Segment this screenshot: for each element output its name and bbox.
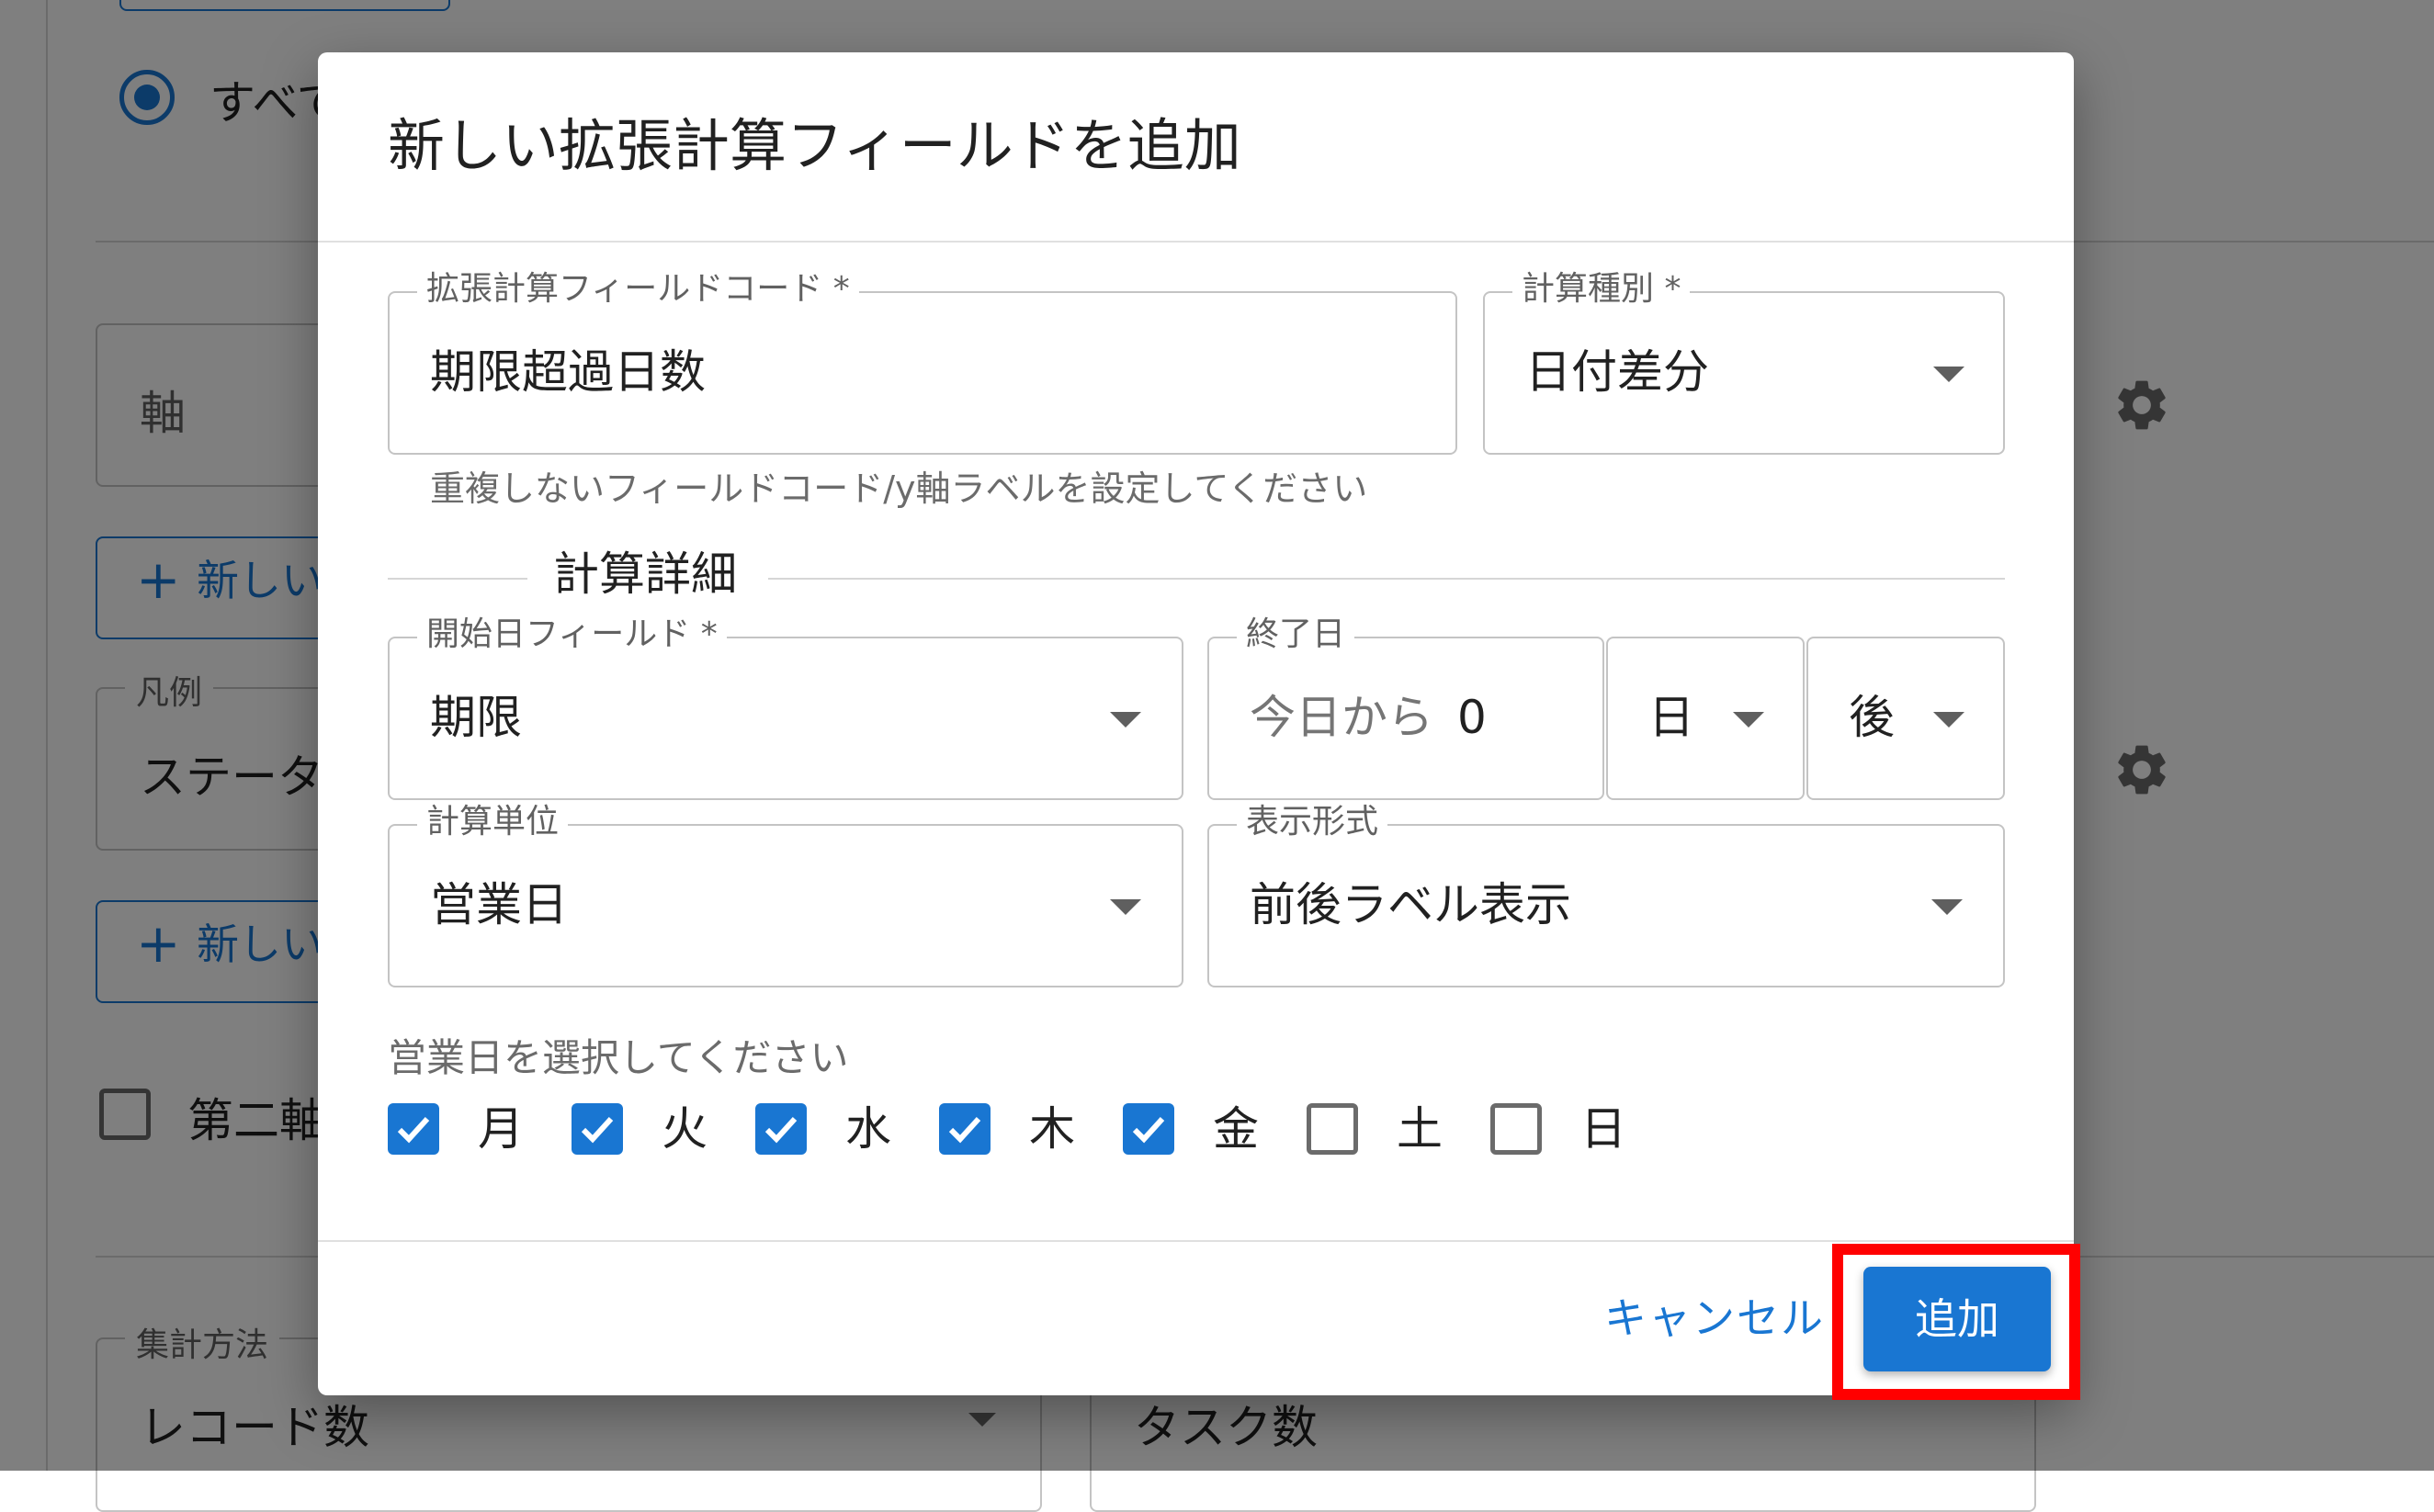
calc-unit-select[interactable]: 営業日: [388, 824, 1183, 987]
weekday-label-wed: 水: [845, 1102, 891, 1156]
check-icon: [581, 1116, 614, 1144]
cancel-button[interactable]: キャンセル: [1604, 1291, 1825, 1346]
end-date-unit-value: 日: [1648, 691, 1694, 744]
field-code-helper-text: 重複しないフィールドコード/y軸ラベルを設定してください: [430, 468, 1368, 509]
end-date-label: 終了日: [1237, 616, 1355, 653]
weekday-checkbox-sat[interactable]: [1307, 1103, 1358, 1155]
dialog-footer-divider: [318, 1240, 2074, 1242]
end-date-prefix: 今日から: [1250, 691, 1433, 744]
calc-unit-value: 営業日: [430, 878, 568, 931]
start-date-field-select[interactable]: 期限: [388, 637, 1183, 800]
highlight-box: [1832, 1244, 2080, 1400]
weekday-label-thu: 木: [1029, 1102, 1075, 1156]
calc-type-select[interactable]: 日付差分: [1483, 291, 2005, 455]
chevron-down-icon: [1933, 367, 1964, 382]
weekday-checkbox-wed[interactable]: [755, 1103, 807, 1155]
weekday-checkbox-tue[interactable]: [572, 1103, 623, 1155]
weekday-checkbox-mon[interactable]: [388, 1103, 439, 1155]
weekday-label-tue: 火: [662, 1102, 708, 1156]
end-date-offset-input[interactable]: 今日から 0: [1207, 637, 1604, 800]
section-divider-right: [768, 578, 2005, 580]
dialog-header-divider: [318, 241, 2074, 243]
weekday-label-sun: 日: [1580, 1102, 1626, 1156]
start-date-field-value: 期限: [430, 691, 522, 744]
end-date-direction-select[interactable]: 後: [1806, 637, 2005, 800]
field-code-input[interactable]: 期限超過日数: [388, 291, 1457, 455]
weekday-label-sat: 土: [1397, 1102, 1443, 1156]
business-days-prompt: 営業日を選択してください: [388, 1035, 849, 1080]
check-icon: [948, 1116, 981, 1144]
weekday-checkbox-thu[interactable]: [939, 1103, 991, 1155]
weekday-checkbox-fri[interactable]: [1123, 1103, 1174, 1155]
field-code-label: 拡張計算フィールドコード *: [417, 271, 859, 308]
display-format-label: 表示形式: [1237, 804, 1388, 841]
dialog-title: 新しい拡張計算フィールドを追加: [388, 112, 1241, 179]
display-format-select[interactable]: 前後ラベル表示: [1207, 824, 2005, 987]
chevron-down-icon: [1933, 712, 1964, 728]
chevron-down-icon: [1733, 712, 1764, 728]
weekday-checkbox-sun[interactable]: [1490, 1103, 1542, 1155]
field-code-value: 期限超過日数: [430, 345, 706, 399]
start-date-field-label: 開始日フィールド *: [417, 616, 727, 653]
end-date-unit-select[interactable]: 日: [1606, 637, 1805, 800]
check-icon: [764, 1116, 798, 1144]
check-icon: [397, 1116, 430, 1144]
calc-unit-label: 計算単位: [417, 804, 569, 841]
end-date-offset-value: 0: [1457, 691, 1487, 744]
calc-type-label: 計算種別 *: [1512, 271, 1691, 308]
section-title: 計算詳細: [553, 547, 737, 601]
check-icon: [1132, 1116, 1165, 1144]
chevron-down-icon: [1110, 712, 1141, 728]
section-divider-left: [388, 578, 527, 580]
chevron-down-icon: [1931, 899, 1963, 915]
calc-type-value: 日付差分: [1525, 345, 1709, 399]
chevron-down-icon: [1110, 899, 1141, 915]
add-calculated-field-dialog: 新しい拡張計算フィールドを追加 期限超過日数 拡張計算フィールドコード * 重複…: [318, 52, 2074, 1395]
end-date-direction-value: 後: [1849, 691, 1895, 744]
weekday-label-fri: 金: [1213, 1102, 1259, 1156]
display-format-value: 前後ラベル表示: [1250, 878, 1571, 931]
weekday-label-mon: 月: [478, 1102, 524, 1156]
